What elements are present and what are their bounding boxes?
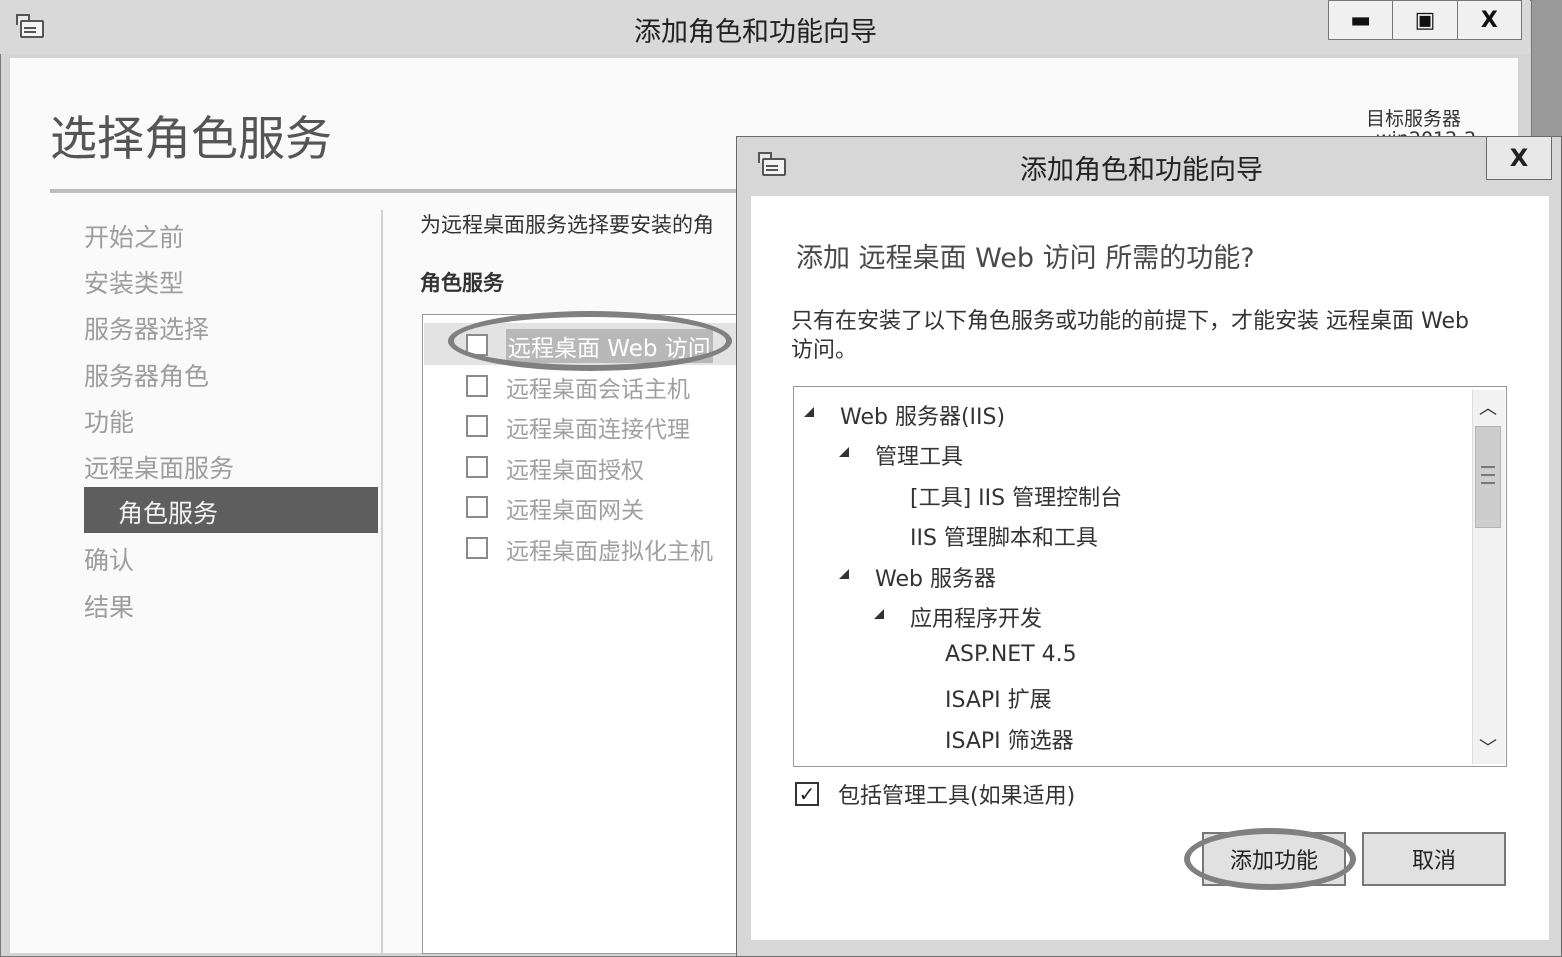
tree-item[interactable]: ISAPI 扩展 <box>794 682 1474 722</box>
page-title: 选择角色服务 <box>50 112 332 167</box>
expand-arrow-icon[interactable] <box>874 609 884 619</box>
window-title: 添加角色和功能向导 <box>634 17 877 48</box>
dialog-title: 添加角色和功能向导 <box>1020 155 1263 186</box>
include-tools-label[interactable]: 包括管理工具(如果适用) <box>838 778 1075 810</box>
tree-item-label: IIS 管理脚本和工具 <box>910 526 1098 551</box>
expand-arrow-icon[interactable] <box>839 569 849 579</box>
nav-item-confirmation[interactable]: 确认 <box>84 541 134 577</box>
tree-item[interactable]: 管理工具 <box>794 439 1474 479</box>
role-label: 远程桌面授权 <box>506 458 644 484</box>
tree-item-label: 应用程序开发 <box>910 607 1043 632</box>
role-label: 远程桌面连接代理 <box>506 417 690 443</box>
main-titlebar: 添加角色和功能向导 <box>0 0 1530 54</box>
expand-arrow-icon[interactable] <box>804 407 814 417</box>
close-button[interactable]: X <box>1458 1 1521 39</box>
scroll-down-arrow-icon[interactable]: ﹀ <box>1472 732 1504 762</box>
tree-item[interactable]: IIS 管理脚本和工具 <box>794 520 1474 560</box>
tree-item-label: ISAPI 筛选器 <box>945 729 1074 754</box>
instruction-text: 为远程桌面服务选择要安装的角 <box>420 213 714 237</box>
tree-item-label: ASP.NET 4.5 <box>945 642 1077 667</box>
nav-divider <box>381 210 383 955</box>
dialog-question: 添加 远程桌面 Web 访问 所需的功能? <box>796 243 1255 274</box>
scroll-up-arrow-icon[interactable]: ︿ <box>1472 392 1504 422</box>
tree-item[interactable]: ASP.NET 4.5 <box>794 642 1474 682</box>
tree-item[interactable]: ISAPI 筛选器 <box>794 723 1474 763</box>
tree-item-label: ISAPI 扩展 <box>945 688 1052 713</box>
tree-item[interactable]: [工具] IIS 管理控制台 <box>794 480 1474 520</box>
server-manager-icon <box>758 152 786 176</box>
cancel-button[interactable]: 取消 <box>1362 832 1506 886</box>
title-divider <box>50 189 750 193</box>
nav-item-before-you-begin[interactable]: 开始之前 <box>84 218 184 254</box>
dialog-description: 只有在安装了以下角色服务或功能的前提下，才能安装 远程桌面 Web 访问。 <box>791 309 1469 363</box>
nav-item-role-services[interactable]: 角色服务 <box>84 487 378 533</box>
nav-item-server-selection[interactable]: 服务器选择 <box>84 310 209 346</box>
role-label: 远程桌面虚拟化主机 <box>506 539 713 565</box>
nav-item-installation-type[interactable]: 安装类型 <box>84 264 184 300</box>
tree-item[interactable]: Web 服务器(IIS) <box>794 399 1474 439</box>
checkbox[interactable] <box>466 456 488 478</box>
maximize-button[interactable]: ▣ <box>1393 1 1458 39</box>
window-controls: ▬ ▣ X <box>1328 0 1522 40</box>
checkbox[interactable] <box>466 375 488 397</box>
role-label: 远程桌面网关 <box>506 498 644 524</box>
nav-item-features[interactable]: 功能 <box>84 403 134 439</box>
nav-item-label: 角色服务 <box>118 499 219 528</box>
checkbox[interactable] <box>466 415 488 437</box>
tree-item-label: Web 服务器(IIS) <box>840 405 1006 430</box>
role-services-header: 角色服务 <box>420 271 504 295</box>
tree-item-label: 管理工具 <box>875 445 964 470</box>
tree-item-label: Web 服务器 <box>875 567 996 592</box>
nav-item-server-roles[interactable]: 服务器角色 <box>84 357 209 393</box>
tree-item[interactable]: 应用程序开发 <box>794 601 1474 641</box>
target-server-label: 目标服务器 <box>1366 108 1462 130</box>
tree-item[interactable]: Web 服务器 <box>794 561 1474 601</box>
highlight-ellipse <box>448 311 732 371</box>
highlight-ellipse <box>1184 828 1356 890</box>
nav-item-remote-desktop-services[interactable]: 远程桌面服务 <box>84 449 234 485</box>
include-tools-checkbox[interactable]: ✓ <box>795 782 819 806</box>
nav-item-results[interactable]: 结果 <box>84 588 134 624</box>
tree-item-label: [工具] IIS 管理控制台 <box>910 486 1123 511</box>
checkbox[interactable] <box>466 537 488 559</box>
expand-arrow-icon[interactable] <box>839 447 849 457</box>
minimize-button[interactable]: ▬ <box>1329 1 1394 39</box>
server-manager-icon <box>16 14 44 38</box>
grip-icon <box>1481 466 1495 484</box>
dialog-close-button[interactable]: X <box>1486 136 1552 180</box>
checkbox[interactable] <box>466 496 488 518</box>
role-label: 远程桌面会话主机 <box>506 377 690 403</box>
required-features-tree[interactable]: Web 服务器(IIS) 管理工具 [工具] IIS 管理控制台 IIS 管理脚… <box>793 386 1507 767</box>
